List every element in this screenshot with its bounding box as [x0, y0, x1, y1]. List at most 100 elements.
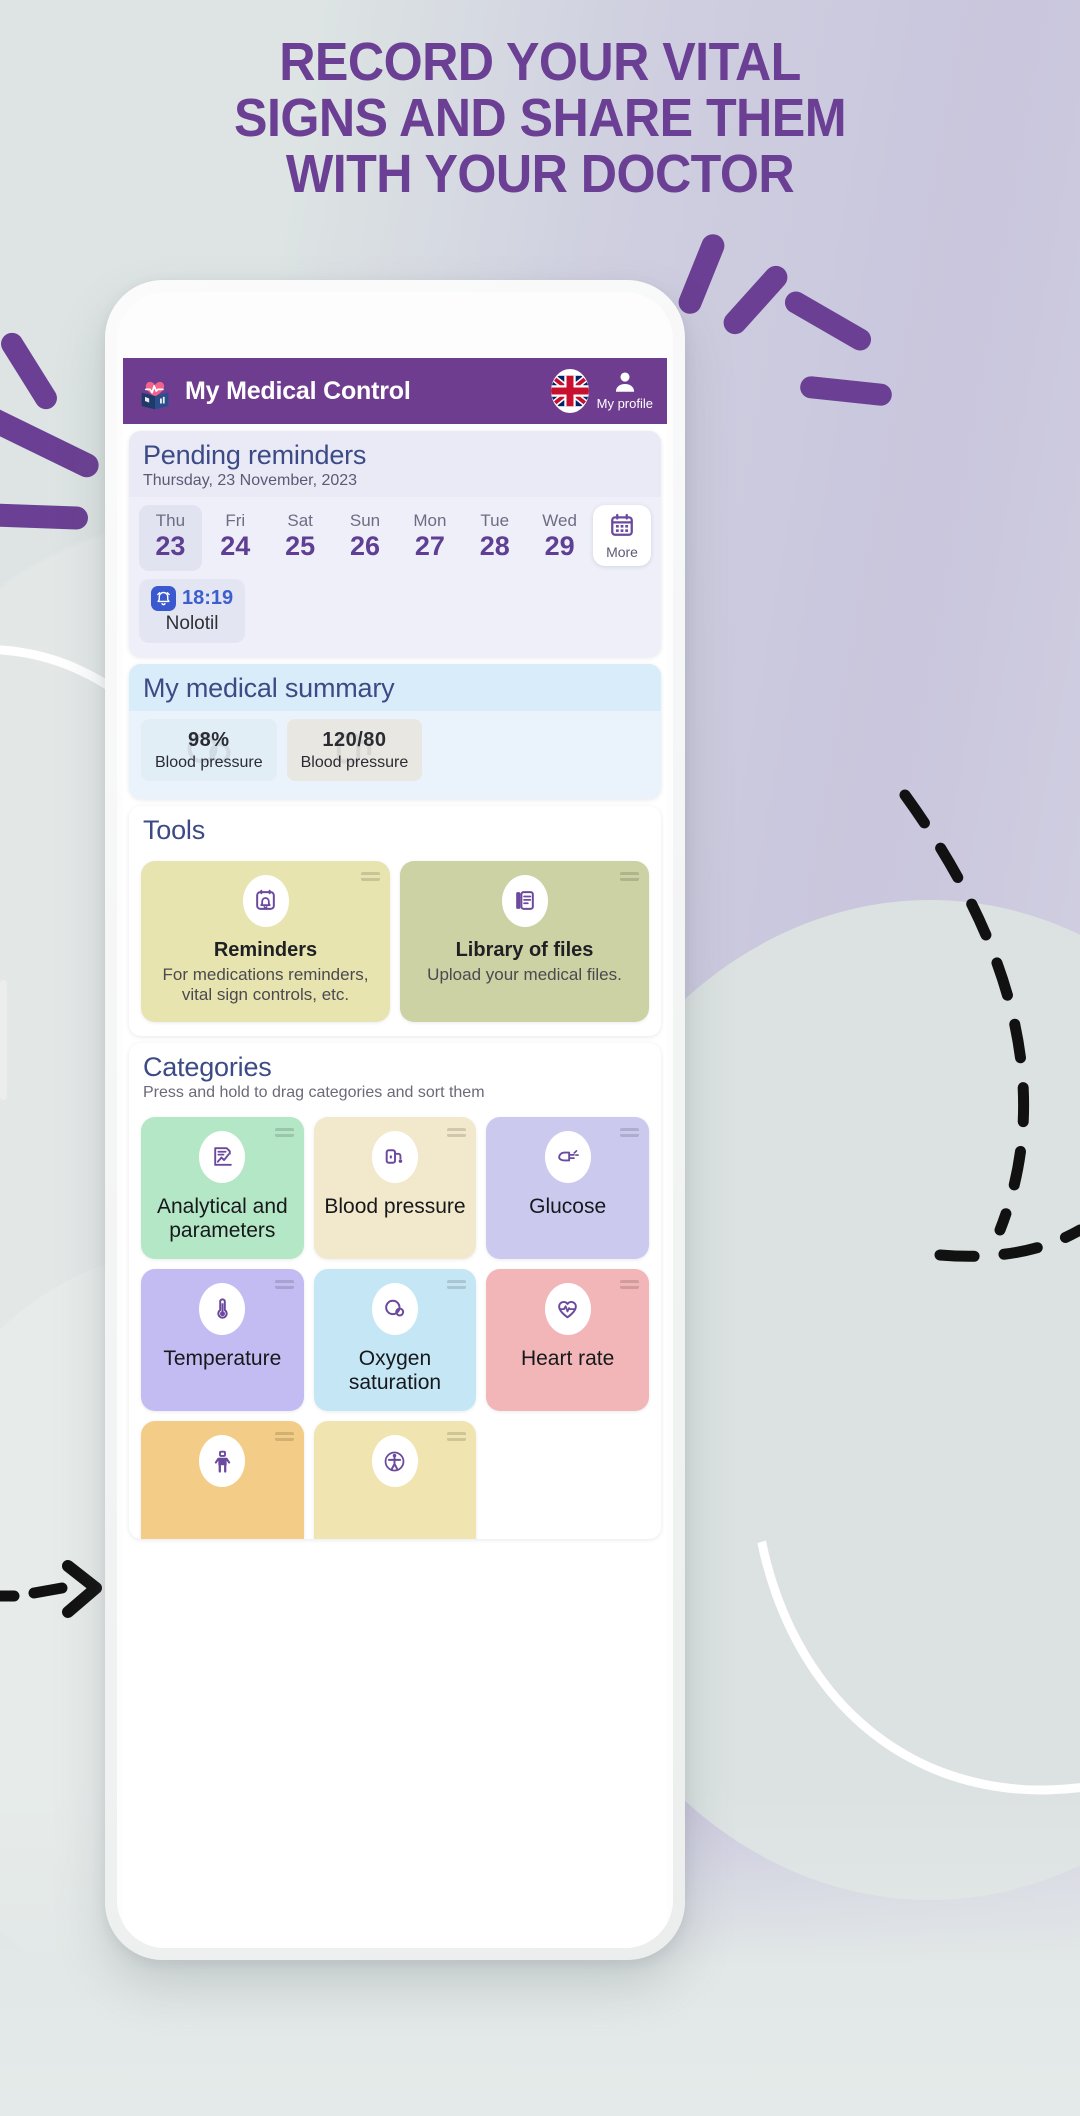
- day-item-mon-27[interactable]: Mon 27: [398, 505, 461, 571]
- reminder-time: 18:19: [182, 586, 234, 609]
- categories-title: Categories: [143, 1051, 272, 1082]
- thermometer-icon: [199, 1282, 246, 1335]
- category-tile-analytical-and-parameters[interactable]: Analytical and parameters: [141, 1116, 304, 1259]
- reminder-time-row: 18:19: [151, 585, 234, 611]
- day-name: Thu: [155, 511, 186, 530]
- day-number: 23: [155, 530, 186, 561]
- day-number: 25: [285, 530, 316, 561]
- phone-mockup: My Medical Control My profile Pending re…: [0, 280, 685, 1960]
- day-item-tue-28[interactable]: Tue 28: [463, 505, 526, 571]
- phone-side-button: [0, 980, 7, 1100]
- day-name: Wed: [542, 511, 577, 530]
- drag-handle-icon[interactable]: [274, 1432, 294, 1442]
- summary-label: Blood pressure: [155, 753, 263, 771]
- glucose-drop-icon: [544, 1130, 591, 1183]
- category-label: Analytical and parameters: [156, 1194, 288, 1242]
- tool-description: For medications reminders, vital sign co…: [162, 964, 369, 1005]
- drag-handle-icon[interactable]: [447, 1432, 467, 1442]
- category-tile-blood-pressure[interactable]: Blood pressure: [313, 1116, 477, 1259]
- drag-handle-icon[interactable]: [447, 1127, 467, 1137]
- day-selector: Thu 23 Fri 24 Sat 25 Sun 26 Mon 27 Tue 2…: [129, 497, 661, 575]
- day-name: Fri: [225, 511, 246, 530]
- tool-tile-reminders[interactable]: Reminders For medications reminders, vit…: [141, 860, 390, 1022]
- categories-scroll-area[interactable]: Analytical and parameters Blood pressure…: [129, 1109, 661, 1539]
- category-label: Temperature: [163, 1346, 282, 1370]
- analytics-chart-icon: [199, 1130, 246, 1183]
- app-screen: My Medical Control My profile Pending re…: [123, 358, 667, 1948]
- category-label: Oxygen saturation: [348, 1346, 442, 1394]
- header-actions: My profile: [550, 369, 653, 413]
- profile-button[interactable]: My profile: [597, 369, 653, 413]
- category-tile-heart-rate[interactable]: Heart rate: [486, 1268, 649, 1412]
- pending-reminders-date: Thursday, 23 November, 2023: [143, 472, 358, 489]
- drag-handle-icon[interactable]: [361, 871, 380, 881]
- categories-subtitle: Press and hold to drag categories and so…: [143, 1083, 485, 1101]
- day-name: Tue: [480, 511, 510, 530]
- purple-dash-left-3: [0, 503, 89, 530]
- day-item-sun-26[interactable]: Sun 26: [334, 505, 397, 571]
- calendar-icon: [611, 513, 633, 536]
- drag-handle-icon[interactable]: [619, 1279, 639, 1289]
- category-tile-temperature[interactable]: Temperature: [141, 1268, 304, 1412]
- pending-reminders-card: Pending reminders Thursday, 23 November,…: [129, 431, 661, 657]
- profile-label: My profile: [596, 396, 653, 411]
- more-label: More: [606, 544, 638, 560]
- drag-handle-icon[interactable]: [619, 1127, 639, 1137]
- medical-summary-header: My medical summary: [129, 663, 661, 711]
- alarm-icon: [151, 585, 176, 611]
- tool-label: Reminders: [213, 938, 318, 961]
- categories-card: Categories Press and hold to drag catego…: [129, 1042, 661, 1539]
- medical-summary-card: My medical summary 98% Blood pressure 12…: [129, 663, 661, 799]
- weight-person-icon: [199, 1435, 246, 1488]
- category-label: Heart rate: [520, 1346, 615, 1370]
- drag-handle-icon[interactable]: [447, 1279, 467, 1289]
- reminder-bell-calendar-icon: [242, 874, 289, 927]
- category-tile-oxygen-saturation[interactable]: Oxygen saturation: [313, 1268, 477, 1412]
- headline-line-2: SIGNS AND SHARE THEM: [234, 88, 847, 149]
- headline-line-3: WITH YOUR DOCTOR: [285, 144, 795, 205]
- category-tile-height[interactable]: [313, 1421, 477, 1539]
- drag-handle-icon[interactable]: [274, 1127, 294, 1137]
- day-number: 26: [349, 530, 381, 561]
- drag-handle-icon[interactable]: [620, 871, 639, 881]
- files-library-icon: [501, 874, 548, 927]
- day-item-sat-25[interactable]: Sat 25: [269, 505, 332, 571]
- tool-label: Library of files: [455, 938, 594, 961]
- day-number: 29: [544, 530, 575, 561]
- day-name: Sun: [349, 511, 381, 530]
- headline-line-1: RECORD YOUR VITAL: [279, 32, 801, 92]
- day-number: 24: [220, 530, 251, 561]
- day-item-fri-24[interactable]: Fri 24: [204, 505, 267, 571]
- tool-description: Upload your medical files.: [427, 964, 622, 984]
- day-number: 27: [414, 530, 445, 561]
- tools-card: Tools Reminders For medications reminder…: [129, 805, 661, 1036]
- uk-flag-icon[interactable]: [550, 369, 589, 413]
- summary-value: 98%: [188, 728, 230, 751]
- summary-chip-blood-pressure[interactable]: 120/80 Blood pressure: [286, 718, 423, 781]
- reminder-item-nolotil[interactable]: 18:19 Nolotil: [139, 578, 246, 643]
- day-item-thu-23[interactable]: Thu 23: [139, 505, 202, 571]
- day-number: 28: [479, 530, 510, 561]
- pending-reminders-title: Pending reminders: [143, 440, 367, 470]
- reminder-name: Nolotil: [165, 612, 219, 634]
- tools-grid: Reminders For medications reminders, vit…: [129, 853, 661, 1036]
- category-tile-glucose[interactable]: Glucose: [486, 1116, 649, 1259]
- summary-value: 120/80: [322, 728, 387, 751]
- oxygen-saturation-icon: [371, 1282, 418, 1335]
- more-dates-button[interactable]: More: [593, 505, 652, 566]
- promo-headline: RECORD YOUR VITAL SIGNS AND SHARE THEM W…: [38, 32, 1042, 205]
- app-header: My Medical Control My profile: [123, 358, 667, 424]
- categories-grid: Analytical and parameters Blood pressure…: [129, 1109, 661, 1539]
- category-tile-weight[interactable]: [141, 1421, 304, 1539]
- phone-screen-frame: My Medical Control My profile Pending re…: [117, 292, 673, 1948]
- summary-chip-oxygen[interactable]: 98% Blood pressure: [141, 718, 277, 781]
- tools-header: Tools: [129, 806, 661, 853]
- medical-summary-chips: 98% Blood pressure 120/80 Blood pressure: [129, 711, 661, 799]
- drag-handle-icon[interactable]: [274, 1279, 294, 1289]
- heart-book-logo-icon: [135, 371, 175, 411]
- height-person-icon: [371, 1435, 418, 1488]
- day-item-wed-29[interactable]: Wed 29: [528, 505, 591, 571]
- reminder-list: 18:19 Nolotil: [129, 575, 661, 657]
- heart-pulse-icon: [544, 1282, 591, 1335]
- tool-tile-library-of-files[interactable]: Library of files Upload your medical fil…: [400, 860, 649, 1022]
